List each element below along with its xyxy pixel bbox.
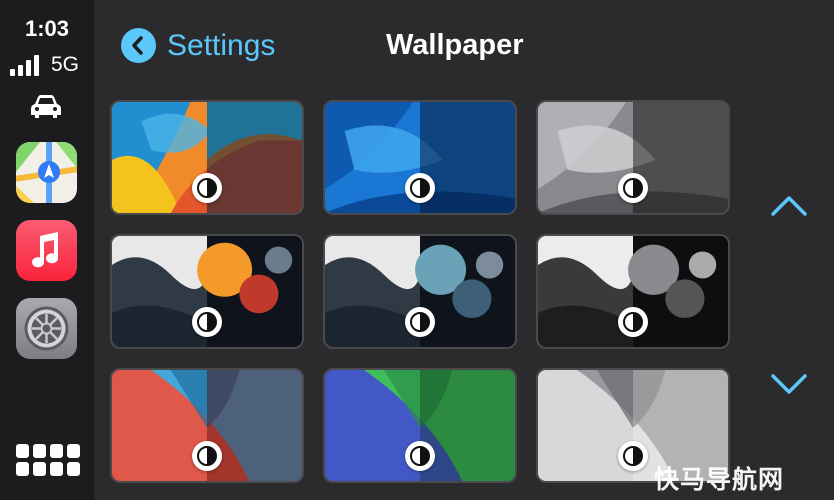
appearance-toggle-icon[interactable] — [405, 441, 435, 471]
wallpaper-tile[interactable] — [536, 100, 730, 215]
wallpaper-tile[interactable] — [323, 368, 517, 483]
appearance-toggle-icon[interactable] — [192, 441, 222, 471]
wallpaper-tile[interactable] — [536, 234, 730, 349]
appearance-toggle-icon[interactable] — [618, 173, 648, 203]
signal-icon — [10, 54, 39, 76]
car-icon[interactable] — [29, 93, 63, 119]
wallpaper-tile[interactable] — [323, 234, 517, 349]
wallpaper-tile[interactable] — [110, 234, 304, 349]
watermark: 快马导航网 — [654, 466, 785, 494]
wallpaper-tile[interactable] — [110, 100, 304, 215]
appearance-toggle-icon[interactable] — [405, 173, 435, 203]
sidebar: 1:03 5G — [0, 0, 94, 500]
chevron-left-icon — [121, 28, 156, 63]
chevron-down-icon[interactable] — [769, 370, 809, 400]
wallpaper-tile[interactable] — [323, 100, 517, 215]
chevron-up-icon[interactable] — [769, 190, 809, 220]
wallpaper-tile[interactable] — [110, 368, 304, 483]
appearance-toggle-icon[interactable] — [618, 307, 648, 337]
app-grid-icon[interactable] — [16, 444, 80, 480]
back-button[interactable]: Settings — [121, 28, 275, 63]
music-app-icon[interactable] — [16, 220, 77, 281]
appearance-toggle-icon[interactable] — [618, 441, 648, 471]
carplay-screen: 1:03 5G Settings Wallpaper 快马导航网 — [0, 0, 834, 500]
appearance-toggle-icon[interactable] — [192, 307, 222, 337]
network-label: 5G — [51, 53, 80, 76]
status-time: 1:03 — [24, 16, 70, 41]
maps-app-icon[interactable] — [16, 142, 77, 203]
appearance-toggle-icon[interactable] — [405, 307, 435, 337]
settings-app-icon[interactable] — [16, 298, 77, 359]
appearance-toggle-icon[interactable] — [192, 173, 222, 203]
page-title: Wallpaper — [386, 29, 524, 61]
back-label: Settings — [167, 28, 276, 62]
